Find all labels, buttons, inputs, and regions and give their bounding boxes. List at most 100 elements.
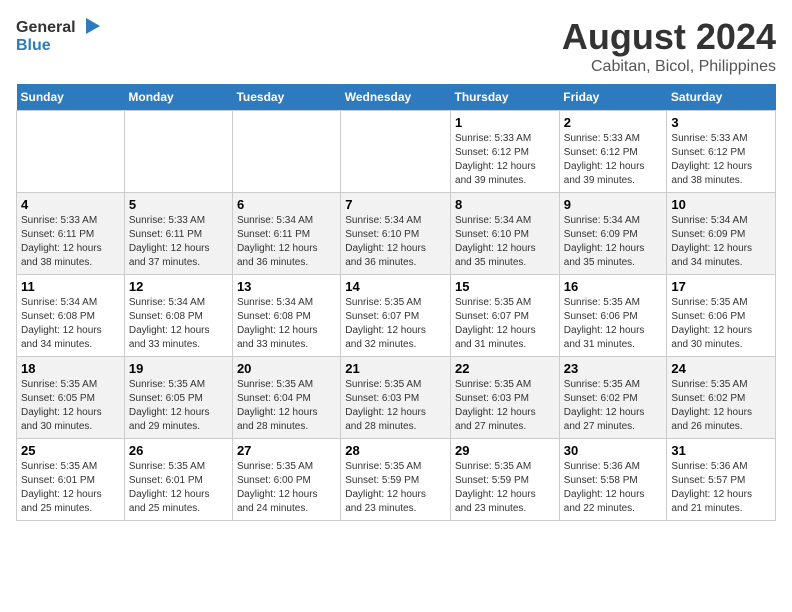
day-info: Sunrise: 5:34 AM Sunset: 6:08 PM Dayligh…: [129, 296, 228, 352]
day-number: 14: [345, 279, 446, 294]
day-number: 8: [455, 197, 555, 212]
day-number: 24: [671, 361, 771, 376]
weekday-header-row: SundayMondayTuesdayWednesdayThursdayFrid…: [17, 84, 776, 111]
day-info: Sunrise: 5:34 AM Sunset: 6:09 PM Dayligh…: [564, 214, 663, 270]
calendar-cell: 5 Sunrise: 5:33 AM Sunset: 6:11 PM Daylig…: [124, 193, 232, 275]
day-info: Sunrise: 5:35 AM Sunset: 5:59 PM Dayligh…: [455, 460, 555, 516]
day-info: Sunrise: 5:33 AM Sunset: 6:11 PM Dayligh…: [129, 214, 228, 270]
day-number: 25: [21, 443, 120, 458]
weekday-header-saturday: Saturday: [667, 84, 776, 111]
title-section: August 2024 Cabitan, Bicol, Philippines: [562, 16, 776, 76]
calendar-cell: 28Sunrise: 5:35 AM Sunset: 5:59 PM Dayli…: [341, 439, 451, 521]
day-number: 19: [129, 361, 228, 376]
day-info: Sunrise: 5:35 AM Sunset: 6:07 PM Dayligh…: [345, 296, 446, 352]
calendar-cell: 29Sunrise: 5:35 AM Sunset: 5:59 PM Dayli…: [451, 439, 560, 521]
calendar-cell: 22Sunrise: 5:35 AM Sunset: 6:03 PM Dayli…: [451, 357, 560, 439]
calendar-cell: 13 Sunrise: 5:34 AM Sunset: 6:08 PM Dayli…: [232, 275, 340, 357]
calendar-cell: 26 Sunrise: 5:35 AM Sunset: 6:01 PM Dayli…: [124, 439, 232, 521]
calendar-cell: 18 Sunrise: 5:35 AM Sunset: 6:05 PM Dayli…: [17, 357, 125, 439]
calendar-cell: 4Sunrise: 5:33 AM Sunset: 6:11 PM Daylig…: [17, 193, 125, 275]
day-number: 12: [129, 279, 228, 294]
weekday-header-thursday: Thursday: [451, 84, 560, 111]
day-number: 6: [237, 197, 336, 212]
day-info: Sunrise: 5:36 AM Sunset: 5:57 PM Dayligh…: [671, 460, 771, 516]
day-info: Sunrise: 5:35 AM Sunset: 6:02 PM Dayligh…: [671, 378, 771, 434]
calendar-cell: 11 Sunrise: 5:34 AM Sunset: 6:08 PM Dayli…: [17, 275, 125, 357]
calendar-cell: [17, 111, 125, 193]
calendar-cell: 21 Sunrise: 5:35 AM Sunset: 6:03 PM Dayli…: [341, 357, 451, 439]
weekday-header-sunday: Sunday: [17, 84, 125, 111]
day-number: 26: [129, 443, 228, 458]
calendar-cell: 2Sunrise: 5:33 AM Sunset: 6:12 PM Daylig…: [559, 111, 667, 193]
calendar-cell: 1 Sunrise: 5:33 AM Sunset: 6:12 PM Daylig…: [451, 111, 560, 193]
calendar-cell: 8 Sunrise: 5:34 AM Sunset: 6:10 PM Daylig…: [451, 193, 560, 275]
calendar-cell: 30 Sunrise: 5:36 AM Sunset: 5:58 PM Dayli…: [559, 439, 667, 521]
day-info: Sunrise: 5:35 AM Sunset: 6:02 PM Dayligh…: [564, 378, 663, 434]
day-info: Sunrise: 5:34 AM Sunset: 6:10 PM Dayligh…: [345, 214, 446, 270]
day-info: Sunrise: 5:35 AM Sunset: 6:05 PM Dayligh…: [129, 378, 228, 434]
page-header: General Blue August 2024 Cabitan, Bicol,…: [16, 16, 776, 76]
calendar-cell: [341, 111, 451, 193]
calendar-cell: 27Sunrise: 5:35 AM Sunset: 6:00 PM Dayli…: [232, 439, 340, 521]
day-number: 9: [564, 197, 663, 212]
day-info: Sunrise: 5:35 AM Sunset: 6:01 PM Dayligh…: [21, 460, 120, 516]
day-info: Sunrise: 5:33 AM Sunset: 6:12 PM Dayligh…: [455, 132, 555, 188]
day-number: 15: [455, 279, 555, 294]
day-number: 3: [671, 115, 771, 130]
day-number: 22: [455, 361, 555, 376]
day-number: 31: [671, 443, 771, 458]
calendar-cell: 9 Sunrise: 5:34 AM Sunset: 6:09 PM Daylig…: [559, 193, 667, 275]
svg-text:Blue: Blue: [16, 37, 51, 54]
day-number: 23: [564, 361, 663, 376]
day-number: 11: [21, 279, 120, 294]
calendar-cell: 12 Sunrise: 5:34 AM Sunset: 6:08 PM Dayli…: [124, 275, 232, 357]
day-info: Sunrise: 5:36 AM Sunset: 5:58 PM Dayligh…: [564, 460, 663, 516]
day-info: Sunrise: 5:35 AM Sunset: 6:06 PM Dayligh…: [671, 296, 771, 352]
calendar-week-2: 4Sunrise: 5:33 AM Sunset: 6:11 PM Daylig…: [17, 193, 776, 275]
weekday-header-monday: Monday: [124, 84, 232, 111]
day-info: Sunrise: 5:35 AM Sunset: 6:03 PM Dayligh…: [345, 378, 446, 434]
day-info: Sunrise: 5:35 AM Sunset: 6:05 PM Dayligh…: [21, 378, 120, 434]
calendar-week-3: 11 Sunrise: 5:34 AM Sunset: 6:08 PM Dayli…: [17, 275, 776, 357]
day-number: 21: [345, 361, 446, 376]
day-info: Sunrise: 5:35 AM Sunset: 6:07 PM Dayligh…: [455, 296, 555, 352]
day-info: Sunrise: 5:34 AM Sunset: 6:08 PM Dayligh…: [237, 296, 336, 352]
day-info: Sunrise: 5:34 AM Sunset: 6:09 PM Dayligh…: [671, 214, 771, 270]
day-number: 20: [237, 361, 336, 376]
calendar-cell: [232, 111, 340, 193]
calendar-cell: 6Sunrise: 5:34 AM Sunset: 6:11 PM Daylig…: [232, 193, 340, 275]
weekday-header-tuesday: Tuesday: [232, 84, 340, 111]
calendar-week-1: 1 Sunrise: 5:33 AM Sunset: 6:12 PM Daylig…: [17, 111, 776, 193]
day-number: 5: [129, 197, 228, 212]
logo: General Blue: [16, 16, 106, 54]
calendar-cell: 20 Sunrise: 5:35 AM Sunset: 6:04 PM Dayli…: [232, 357, 340, 439]
day-info: Sunrise: 5:33 AM Sunset: 6:12 PM Dayligh…: [671, 132, 771, 188]
calendar-cell: 7Sunrise: 5:34 AM Sunset: 6:10 PM Daylig…: [341, 193, 451, 275]
day-number: 1: [455, 115, 555, 130]
calendar-cell: [124, 111, 232, 193]
day-info: Sunrise: 5:34 AM Sunset: 6:08 PM Dayligh…: [21, 296, 120, 352]
day-number: 17: [671, 279, 771, 294]
day-info: Sunrise: 5:34 AM Sunset: 6:10 PM Dayligh…: [455, 214, 555, 270]
calendar-cell: 10 Sunrise: 5:34 AM Sunset: 6:09 PM Dayli…: [667, 193, 776, 275]
calendar-cell: 17 Sunrise: 5:35 AM Sunset: 6:06 PM Dayli…: [667, 275, 776, 357]
calendar-cell: 15 Sunrise: 5:35 AM Sunset: 6:07 PM Dayli…: [451, 275, 560, 357]
day-info: Sunrise: 5:35 AM Sunset: 6:04 PM Dayligh…: [237, 378, 336, 434]
day-number: 18: [21, 361, 120, 376]
page-title: August 2024: [562, 16, 776, 58]
day-info: Sunrise: 5:33 AM Sunset: 6:11 PM Dayligh…: [21, 214, 120, 270]
calendar-cell: 19 Sunrise: 5:35 AM Sunset: 6:05 PM Dayli…: [124, 357, 232, 439]
weekday-header-friday: Friday: [559, 84, 667, 111]
day-number: 13: [237, 279, 336, 294]
calendar-cell: 16Sunrise: 5:35 AM Sunset: 6:06 PM Dayli…: [559, 275, 667, 357]
day-info: Sunrise: 5:35 AM Sunset: 6:01 PM Dayligh…: [129, 460, 228, 516]
day-number: 30: [564, 443, 663, 458]
day-info: Sunrise: 5:33 AM Sunset: 6:12 PM Dayligh…: [564, 132, 663, 188]
calendar-cell: 14 Sunrise: 5:35 AM Sunset: 6:07 PM Dayli…: [341, 275, 451, 357]
day-number: 28: [345, 443, 446, 458]
weekday-header-wednesday: Wednesday: [341, 84, 451, 111]
calendar-cell: 24 Sunrise: 5:35 AM Sunset: 6:02 PM Dayli…: [667, 357, 776, 439]
calendar-table: SundayMondayTuesdayWednesdayThursdayFrid…: [16, 84, 776, 521]
calendar-cell: 25 Sunrise: 5:35 AM Sunset: 6:01 PM Dayli…: [17, 439, 125, 521]
day-number: 10: [671, 197, 771, 212]
